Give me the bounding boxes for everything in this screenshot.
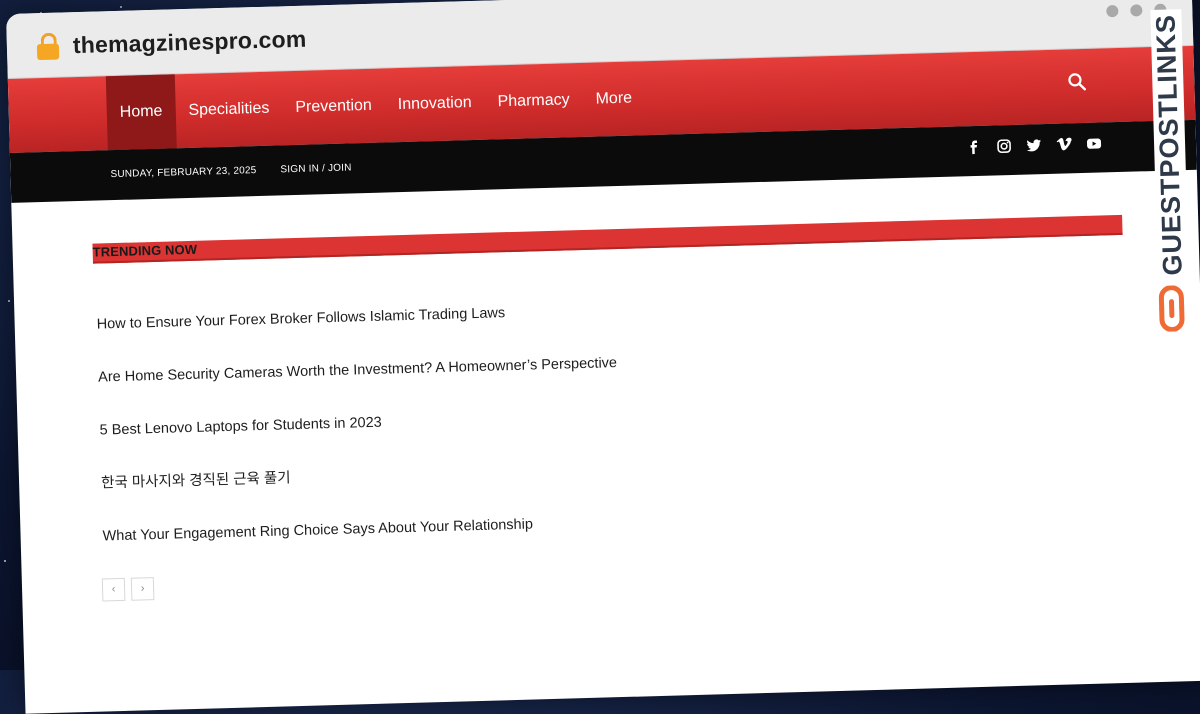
trending-now-label: TRENDING NOW <box>92 242 197 260</box>
guestpostlinks-text: GUESTPOSTLINKS <box>1150 10 1189 280</box>
window-dot[interactable] <box>1130 4 1142 16</box>
nav-item-more[interactable]: More <box>582 61 646 137</box>
facebook-icon[interactable] <box>966 139 982 155</box>
twitter-icon[interactable] <box>1026 137 1042 153</box>
youtube-icon[interactable] <box>1086 135 1102 151</box>
next-button[interactable]: › <box>131 577 155 601</box>
browser-window: themagzinespro.com Home Specialities Pre… <box>6 0 1200 714</box>
prev-button[interactable]: ‹ <box>102 578 126 602</box>
address-bar-url[interactable]: themagzinespro.com <box>73 26 307 60</box>
vimeo-icon[interactable] <box>1056 136 1072 152</box>
nav-item-home[interactable]: Home <box>106 74 177 150</box>
nav-item-innovation[interactable]: Innovation <box>384 66 486 143</box>
nav-item-pharmacy[interactable]: Pharmacy <box>484 63 584 140</box>
chain-link-icon <box>1156 285 1187 332</box>
nav-item-specialities[interactable]: Specialities <box>174 71 283 148</box>
lock-icon <box>37 33 60 60</box>
nav-item-prevention[interactable]: Prevention <box>281 68 386 145</box>
star <box>4 560 6 562</box>
sign-in-link[interactable]: SIGN IN / JOIN <box>280 162 351 175</box>
social-links <box>966 135 1102 155</box>
star <box>8 300 10 302</box>
star <box>120 6 122 8</box>
search-icon[interactable] <box>1066 71 1089 94</box>
current-date: SUNDAY, FEBRUARY 23, 2025 <box>110 165 256 180</box>
trending-list: How to Ensure Your Forex Broker Follows … <box>96 300 622 579</box>
trending-now-bar: TRENDING NOW <box>92 215 1122 264</box>
window-dot[interactable] <box>1106 5 1118 17</box>
instagram-icon[interactable] <box>996 138 1012 154</box>
trending-pager: ‹ › <box>102 577 155 601</box>
